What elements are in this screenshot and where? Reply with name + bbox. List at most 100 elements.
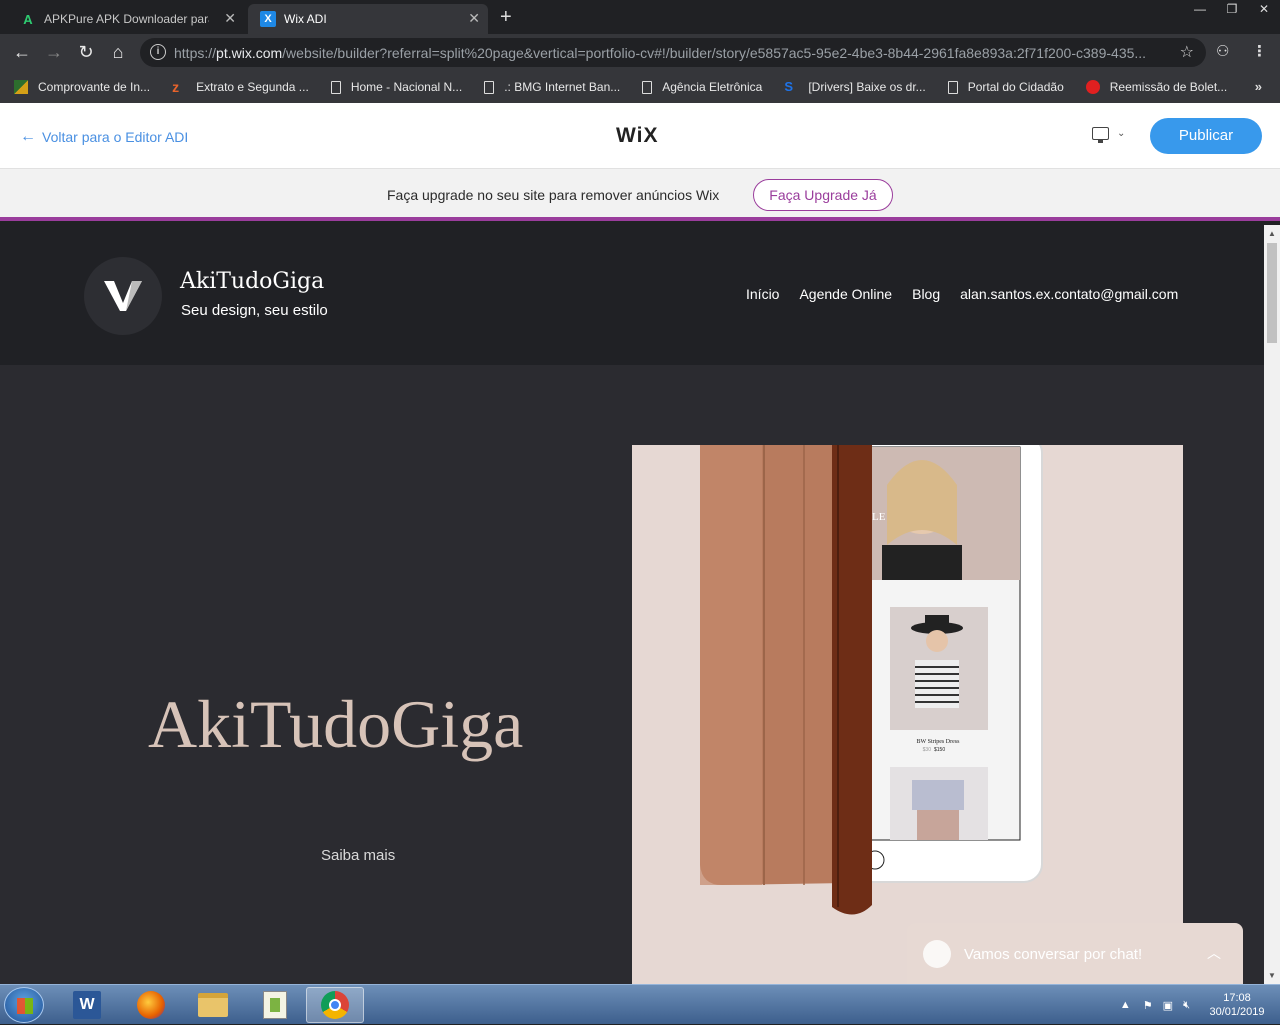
nav-item-email[interactable]: alan.santos.ex.contato@gmail.com [960, 286, 1178, 302]
bookmarks-bar: Comprovante de In... z Extrato e Segunda … [0, 71, 1280, 103]
product-price-old: $30 [923, 747, 932, 753]
bookmark-item[interactable]: Comprovante de In... [14, 80, 150, 94]
chrome-icon [321, 991, 349, 1019]
close-tab-icon[interactable]: ✕ [468, 10, 480, 27]
nav-item-agende-online[interactable]: Agende Online [799, 286, 892, 302]
tab-title: Wix ADI [284, 12, 327, 26]
back-icon[interactable]: ← [10, 40, 34, 64]
notepad-icon [263, 991, 287, 1019]
bookmarks-overflow-icon[interactable]: » [1255, 79, 1262, 94]
site-logo[interactable] [84, 257, 162, 335]
flag-icon[interactable]: ⚑ [1143, 999, 1153, 1012]
magazine-letters: LE [872, 511, 886, 523]
page-icon [330, 80, 341, 94]
bookmark-item[interactable]: .: BMG Internet Ban... [484, 80, 620, 94]
start-button[interactable] [4, 987, 44, 1023]
hero-image: LE BW Stripes Dress $30 $150 [632, 445, 1183, 984]
site-tagline: Seu design, seu estilo [181, 302, 328, 319]
apkpure-icon: A [23, 11, 33, 27]
folder-icon [198, 993, 228, 1017]
chat-widget[interactable]: Vamos conversar por chat! ︿ [907, 923, 1243, 984]
bookmark-favicon [14, 80, 28, 94]
bookmark-star-icon[interactable]: ☆ [1180, 42, 1194, 62]
windows-taskbar: W ▲ ⚑ ▣ 🔇︎ 17:08 30/01/2019 [0, 984, 1280, 1024]
tab-wix-adi[interactable]: X Wix ADI ✕ [248, 4, 488, 34]
chat-label: Vamos conversar por chat! [964, 946, 1143, 963]
site-header: AkiTudoGiga Seu design, seu estilo Iníci… [0, 225, 1264, 365]
bookmark-favicon [1085, 80, 1100, 94]
browser-tab-strip: A APKPure APK Downloader para A ✕ X Wix … [0, 0, 1280, 34]
bookmark-favicon: S [784, 79, 793, 94]
new-tab-icon[interactable]: + [500, 6, 512, 29]
reload-icon[interactable]: ↻ [74, 40, 98, 64]
desktop-icon [1092, 127, 1109, 143]
system-tray: ▲ ⚑ ▣ 🔇︎ 17:08 30/01/2019 [1120, 985, 1280, 1025]
wix-editor-header: ← Voltar para o Editor ADI WiX ⌄ Publica… [0, 103, 1280, 169]
page-icon [642, 80, 653, 94]
site-preview: AkiTudoGiga Seu design, seu estilo Iníci… [0, 225, 1264, 984]
upgrade-button[interactable]: Faça Upgrade Já [753, 179, 893, 211]
window-controls: — ❐ ✕ [1184, 0, 1280, 20]
page-icon [947, 80, 958, 94]
browser-toolbar: ← → ↻ ⌂ i https://pt.wix.com/website/bui… [0, 34, 1280, 71]
wix-logo: WiX [616, 124, 659, 147]
home-icon[interactable]: ⌂ [106, 40, 130, 64]
forward-icon[interactable]: → [42, 40, 66, 64]
taskbar-explorer[interactable] [184, 987, 242, 1023]
clock-time: 17:08 [1223, 992, 1251, 1004]
show-hidden-icons[interactable]: ▲ [1120, 999, 1131, 1011]
site-name[interactable]: AkiTudoGiga [180, 269, 324, 294]
hero-title: AkiTudoGiga [148, 686, 524, 762]
page-scrollbar[interactable]: ▲ ▼ [1264, 225, 1280, 984]
bookmark-favicon: z [172, 79, 180, 95]
scrollbar-thumb[interactable] [1267, 243, 1277, 343]
arrow-left-icon: ← [20, 128, 36, 145]
address-bar[interactable]: i https://pt.wix.com/website/builder?ref… [140, 38, 1206, 67]
bookmark-item[interactable]: Home - Nacional N... [330, 80, 462, 94]
nav-item-blog[interactable]: Blog [912, 286, 940, 302]
chevron-down-icon: ⌄ [1117, 128, 1126, 139]
bookmark-item[interactable]: S [Drivers] Baixe os dr... [784, 79, 925, 95]
scroll-down-icon[interactable]: ▼ [1268, 971, 1276, 980]
back-to-editor-label: Voltar para o Editor ADI [42, 129, 189, 145]
close-window-icon[interactable]: ✕ [1248, 0, 1280, 20]
bookmark-item[interactable]: z Extrato e Segunda ... [172, 80, 309, 94]
taskbar-notepad-plus[interactable] [246, 987, 304, 1023]
tab-title: APKPure APK Downloader para A [44, 12, 209, 26]
close-tab-icon[interactable]: ✕ [224, 10, 236, 27]
taskbar-firefox[interactable] [122, 987, 180, 1023]
nav-item-inicio[interactable]: Início [746, 286, 779, 302]
word-icon: W [73, 991, 101, 1019]
chevron-up-icon[interactable]: ︿ [1207, 943, 1221, 963]
publish-button[interactable]: Publicar [1150, 118, 1262, 154]
restore-icon[interactable]: ❐ [1216, 0, 1248, 20]
upgrade-message: Faça upgrade no seu site para remover an… [387, 187, 720, 203]
url-text: https://pt.wix.com/website/builder?refer… [174, 45, 1147, 61]
scroll-up-icon[interactable]: ▲ [1268, 229, 1276, 238]
wix-icon: X [260, 11, 276, 27]
back-to-editor-link[interactable]: ← Voltar para o Editor ADI [20, 128, 188, 146]
bookmark-item[interactable]: Agência Eletrônica [642, 80, 762, 94]
bookmark-item[interactable]: Portal do Cidadão [947, 80, 1064, 94]
page-icon [484, 80, 495, 94]
tablet-illustration: LE BW Stripes Dress $30 $150 [700, 445, 1043, 915]
clock-date: 30/01/2019 [1209, 1006, 1265, 1018]
site-info-icon[interactable]: i [150, 44, 166, 60]
menu-icon[interactable]: ⋮ [1252, 42, 1267, 60]
minimize-icon[interactable]: — [1184, 0, 1216, 20]
upgrade-banner: Faça upgrade no seu site para remover an… [0, 169, 1280, 221]
taskbar-word[interactable]: W [58, 987, 116, 1023]
firefox-icon [137, 991, 165, 1019]
site-nav: Início Agende Online Blog alan.santos.ex… [746, 286, 1198, 302]
clock[interactable]: 17:08 30/01/2019 [1204, 991, 1270, 1019]
bookmark-item[interactable]: Reemissão de Bolet... [1085, 80, 1227, 94]
learn-more-link[interactable]: Saiba mais [321, 847, 395, 864]
v-logo-icon [104, 281, 142, 311]
network-icon[interactable]: ▣ [1163, 999, 1173, 1012]
taskbar-chrome[interactable] [306, 987, 364, 1023]
device-switcher[interactable]: ⌄ [1092, 127, 1126, 143]
extension-icon[interactable]: ⚇ [1216, 42, 1229, 60]
tab-apkpure[interactable]: A APKPure APK Downloader para A ✕ [8, 4, 244, 34]
product-caption: BW Stripes Dress [917, 739, 961, 745]
volume-muted-icon[interactable]: 🔇︎ [1183, 999, 1190, 1012]
